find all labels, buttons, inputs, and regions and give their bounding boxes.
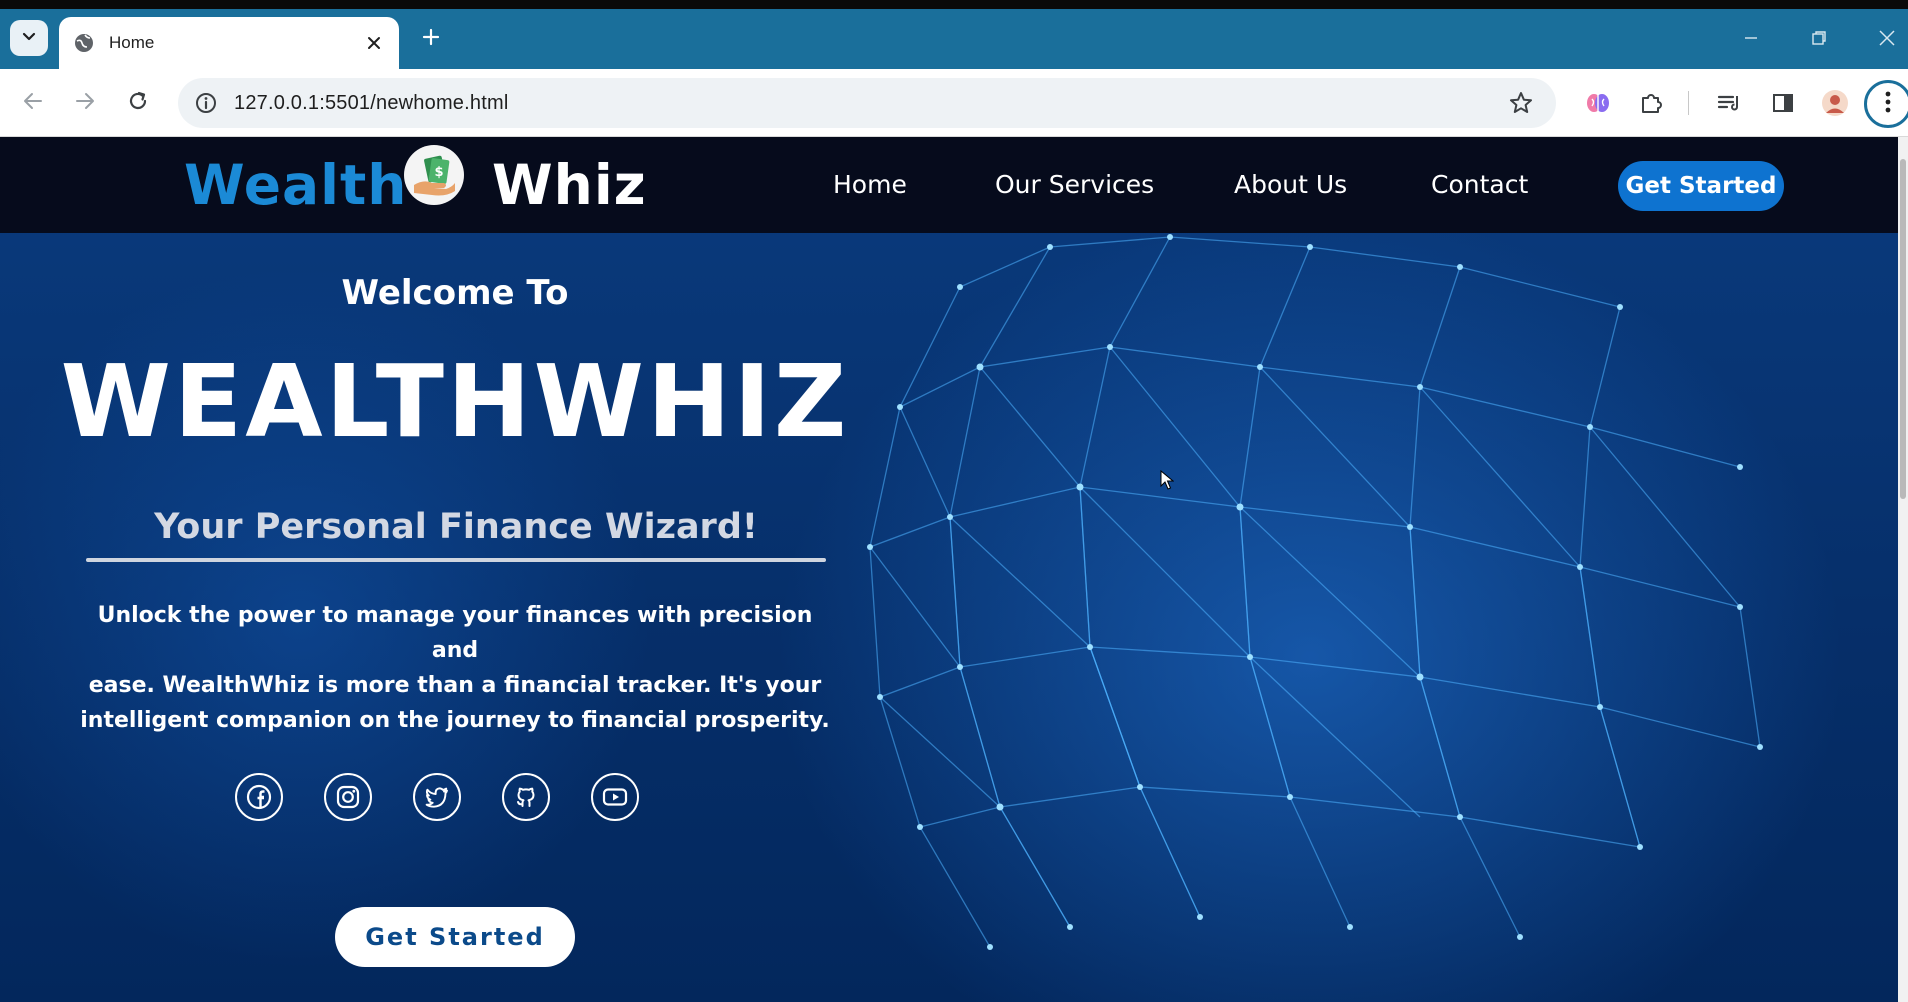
window-top-edge bbox=[0, 0, 1908, 9]
tab-title: Home bbox=[109, 33, 155, 52]
chevron-down-icon bbox=[21, 28, 37, 49]
youtube-icon[interactable] bbox=[591, 773, 639, 821]
hero-tagline: Your Personal Finance Wizard! bbox=[154, 507, 758, 547]
scrollbar-thumb[interactable] bbox=[1900, 159, 1906, 499]
globe-icon bbox=[73, 32, 95, 54]
restore-icon bbox=[1811, 30, 1827, 51]
logo-wordmark-wealth[interactable]: Wealth bbox=[184, 153, 407, 217]
hero-get-started-button[interactable]: Get Started bbox=[335, 907, 575, 967]
minimize-icon bbox=[1743, 30, 1759, 51]
svg-text:$: $ bbox=[434, 165, 443, 180]
arrow-left-icon bbox=[22, 90, 44, 117]
active-tab[interactable]: Home bbox=[59, 17, 399, 69]
nav-get-started-button[interactable]: Get Started bbox=[1618, 161, 1784, 211]
puzzle-icon[interactable] bbox=[1635, 86, 1669, 120]
side-panel-icon[interactable] bbox=[1766, 86, 1800, 120]
facebook-icon[interactable] bbox=[235, 773, 283, 821]
twitter-icon[interactable] bbox=[413, 773, 461, 821]
nav-about-us[interactable]: About Us bbox=[1234, 170, 1347, 199]
nav-our-services[interactable]: Our Services bbox=[995, 170, 1154, 199]
address-bar[interactable]: 127.0.0.1:5501/newhome.html bbox=[178, 78, 1556, 128]
profile-avatar-icon[interactable] bbox=[1818, 86, 1852, 120]
restore-button[interactable] bbox=[1804, 25, 1834, 55]
window-close-button[interactable] bbox=[1872, 25, 1902, 55]
page-scrollbar[interactable] bbox=[1898, 137, 1908, 1002]
page-viewport: Wealth $ Whiz Home Our Services About Us… bbox=[0, 137, 1898, 1002]
instagram-icon[interactable] bbox=[324, 773, 372, 821]
more-vert-icon bbox=[1884, 90, 1892, 119]
mouse-cursor-icon bbox=[1160, 470, 1174, 490]
star-icon[interactable] bbox=[1508, 90, 1534, 116]
site-navbar: Wealth $ Whiz Home Our Services About Us… bbox=[0, 137, 1898, 233]
browser-menu-button[interactable] bbox=[1864, 80, 1908, 128]
tab-search-button[interactable] bbox=[10, 20, 48, 56]
hero-description-line: Unlock the power to manage your finances… bbox=[97, 603, 813, 663]
close-icon[interactable] bbox=[363, 32, 385, 54]
money-hand-logo-icon[interactable]: $ bbox=[404, 145, 464, 205]
close-icon bbox=[1878, 29, 1896, 52]
brain-extension-icon[interactable] bbox=[1581, 86, 1615, 120]
hero-welcome-text: Welcome To bbox=[341, 273, 569, 313]
reload-button[interactable] bbox=[121, 86, 155, 120]
hero-description: Unlock the power to manage your finances… bbox=[80, 598, 830, 738]
tagline-underline bbox=[86, 558, 826, 562]
plus-icon bbox=[422, 28, 440, 51]
network-globe-graphic bbox=[867, 234, 1763, 950]
logo-wordmark-whiz[interactable]: Whiz bbox=[492, 153, 647, 217]
reload-icon bbox=[127, 90, 149, 117]
hero-description-line: intelligent companion on the journey to … bbox=[80, 708, 830, 733]
url-text[interactable]: 127.0.0.1:5501/newhome.html bbox=[234, 92, 508, 115]
nav-home[interactable]: Home bbox=[833, 170, 907, 199]
browser-toolbar: 127.0.0.1:5501/newhome.html bbox=[0, 69, 1908, 137]
reading-list-icon[interactable] bbox=[1712, 86, 1746, 120]
back-button[interactable] bbox=[16, 86, 50, 120]
hero-description-line: ease. WealthWhiz is more than a financia… bbox=[88, 673, 822, 698]
arrow-right-icon bbox=[74, 90, 96, 117]
hero-brand-title: WEALTHWHIZ bbox=[60, 343, 850, 460]
toolbar-separator bbox=[1688, 91, 1689, 115]
info-icon[interactable] bbox=[194, 91, 218, 115]
nav-contact[interactable]: Contact bbox=[1431, 170, 1528, 199]
new-tab-button[interactable] bbox=[416, 24, 446, 54]
forward-button[interactable] bbox=[68, 86, 102, 120]
tab-strip: Home bbox=[0, 9, 1908, 69]
minimize-button[interactable] bbox=[1736, 25, 1766, 55]
github-icon[interactable] bbox=[502, 773, 550, 821]
